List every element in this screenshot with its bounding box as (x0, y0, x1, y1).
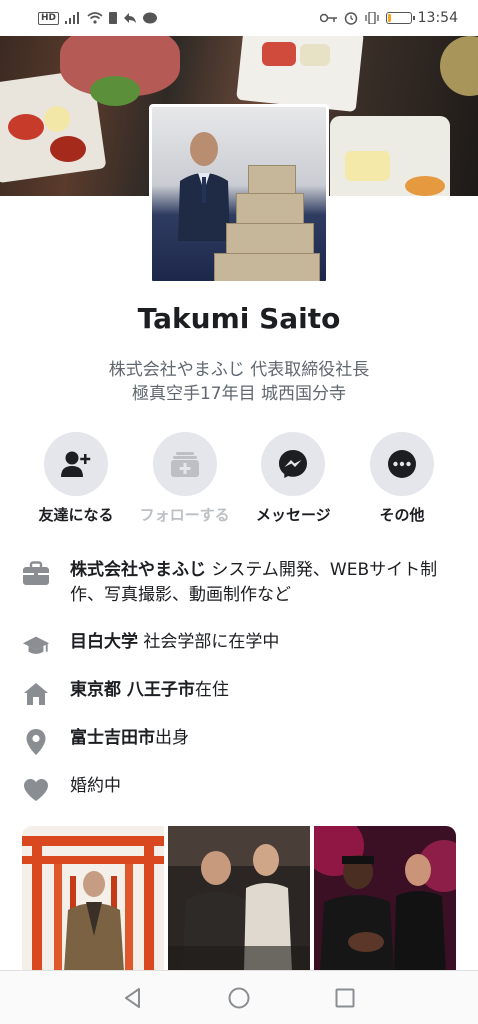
home-icon (22, 680, 50, 708)
profile-picture[interactable] (149, 104, 329, 284)
current-city-text: 東京都 八王子市在住 (70, 678, 229, 703)
photo-group[interactable] (168, 826, 310, 972)
info-relationship[interactable]: 婚約中 (22, 774, 462, 822)
torii-photo-image (22, 826, 164, 972)
add-friend-label: 友達になる (38, 506, 114, 524)
group-photo-image (168, 826, 310, 972)
reply-icon (124, 13, 137, 23)
follow-icon (170, 452, 199, 477)
hd-indicator: HD (38, 11, 60, 25)
profile-bio: 株式会社やまふじ 代表取締役社長 極真空手17年目 城西国分寺 (0, 358, 478, 406)
graduation-cap-icon (22, 632, 50, 660)
signal-icon (65, 12, 80, 24)
recents-icon[interactable] (333, 986, 357, 1010)
current-city-name: 東京都 八王子市 (70, 680, 195, 700)
more-icon (387, 450, 416, 478)
photo-grid (22, 826, 456, 972)
briefcase-icon (22, 560, 50, 588)
alarm-icon (344, 12, 357, 25)
battery-icon (385, 12, 415, 24)
profile-name: Takumi Saito (137, 302, 341, 335)
heart-icon (22, 776, 50, 804)
photo-torii[interactable] (22, 826, 164, 972)
education-detail: 社会学部に在学中 (138, 632, 280, 652)
profile-actions: 友達になる フォローする メッセージ その他 (22, 432, 456, 525)
work-text: 株式会社やまふじ システム開発、WEBサイト制作、写真撮影、動画制作など (70, 558, 462, 608)
status-bar-right: 13:54 (319, 10, 458, 26)
education-text: 目白大学 社会学部に在学中 (70, 630, 279, 655)
key-icon (319, 13, 337, 23)
profile-person-image (178, 132, 230, 241)
info-current-city[interactable]: 東京都 八王子市在住 (22, 678, 462, 726)
follow-label: フォローする (139, 506, 230, 524)
work-company: 株式会社やまふじ (70, 560, 206, 580)
current-city-suffix: 在住 (194, 680, 229, 700)
bio-line-2: 極真空手17年目 城西国分寺 (131, 384, 347, 404)
info-hometown[interactable]: 富士吉田市出身 (22, 726, 462, 774)
message-button[interactable]: メッセージ (239, 432, 347, 525)
clock: 13:54 (417, 10, 458, 26)
profile-info-list: 株式会社やまふじ システム開発、WEBサイト制作、写真撮影、動画制作など 目白大… (22, 558, 462, 822)
relationship-text: 婚約中 (70, 776, 121, 796)
more-circle[interactable] (369, 432, 434, 496)
more-button[interactable]: その他 (348, 432, 456, 525)
message-circle[interactable] (261, 432, 326, 496)
follow-button[interactable]: フォローする (131, 432, 239, 525)
status-bar-left: HD (38, 11, 158, 25)
message-label: メッセージ (255, 506, 331, 524)
back-icon[interactable] (121, 986, 145, 1010)
sim-icon (109, 12, 118, 24)
system-nav-bar (0, 970, 478, 1024)
info-work[interactable]: 株式会社やまふじ システム開発、WEBサイト制作、写真撮影、動画制作など (22, 558, 462, 630)
hometown-suffix: 出身 (155, 728, 189, 748)
photo-club[interactable] (314, 826, 456, 972)
bio-line-1: 株式会社やまふじ 代表取締役社長 (108, 360, 370, 380)
more-label: その他 (379, 506, 425, 524)
vibrate-icon (364, 12, 379, 24)
follow-circle[interactable] (152, 432, 217, 496)
info-education[interactable]: 目白大学 社会学部に在学中 (22, 630, 462, 678)
education-school: 目白大学 (70, 632, 138, 652)
add-friend-button[interactable]: 友達になる (22, 432, 130, 525)
location-pin-icon (22, 728, 50, 756)
home-nav-icon[interactable] (227, 986, 251, 1010)
status-bar: HD 13:54 (0, 0, 478, 36)
line-app-icon (143, 12, 158, 24)
add-friend-circle[interactable] (44, 432, 108, 496)
hometown-name: 富士吉田市 (70, 728, 155, 748)
hometown-text: 富士吉田市出身 (70, 726, 189, 751)
messenger-icon (279, 450, 308, 478)
club-photo-image (314, 826, 456, 972)
add-friend-icon (61, 451, 91, 477)
wifi-icon (87, 12, 103, 24)
